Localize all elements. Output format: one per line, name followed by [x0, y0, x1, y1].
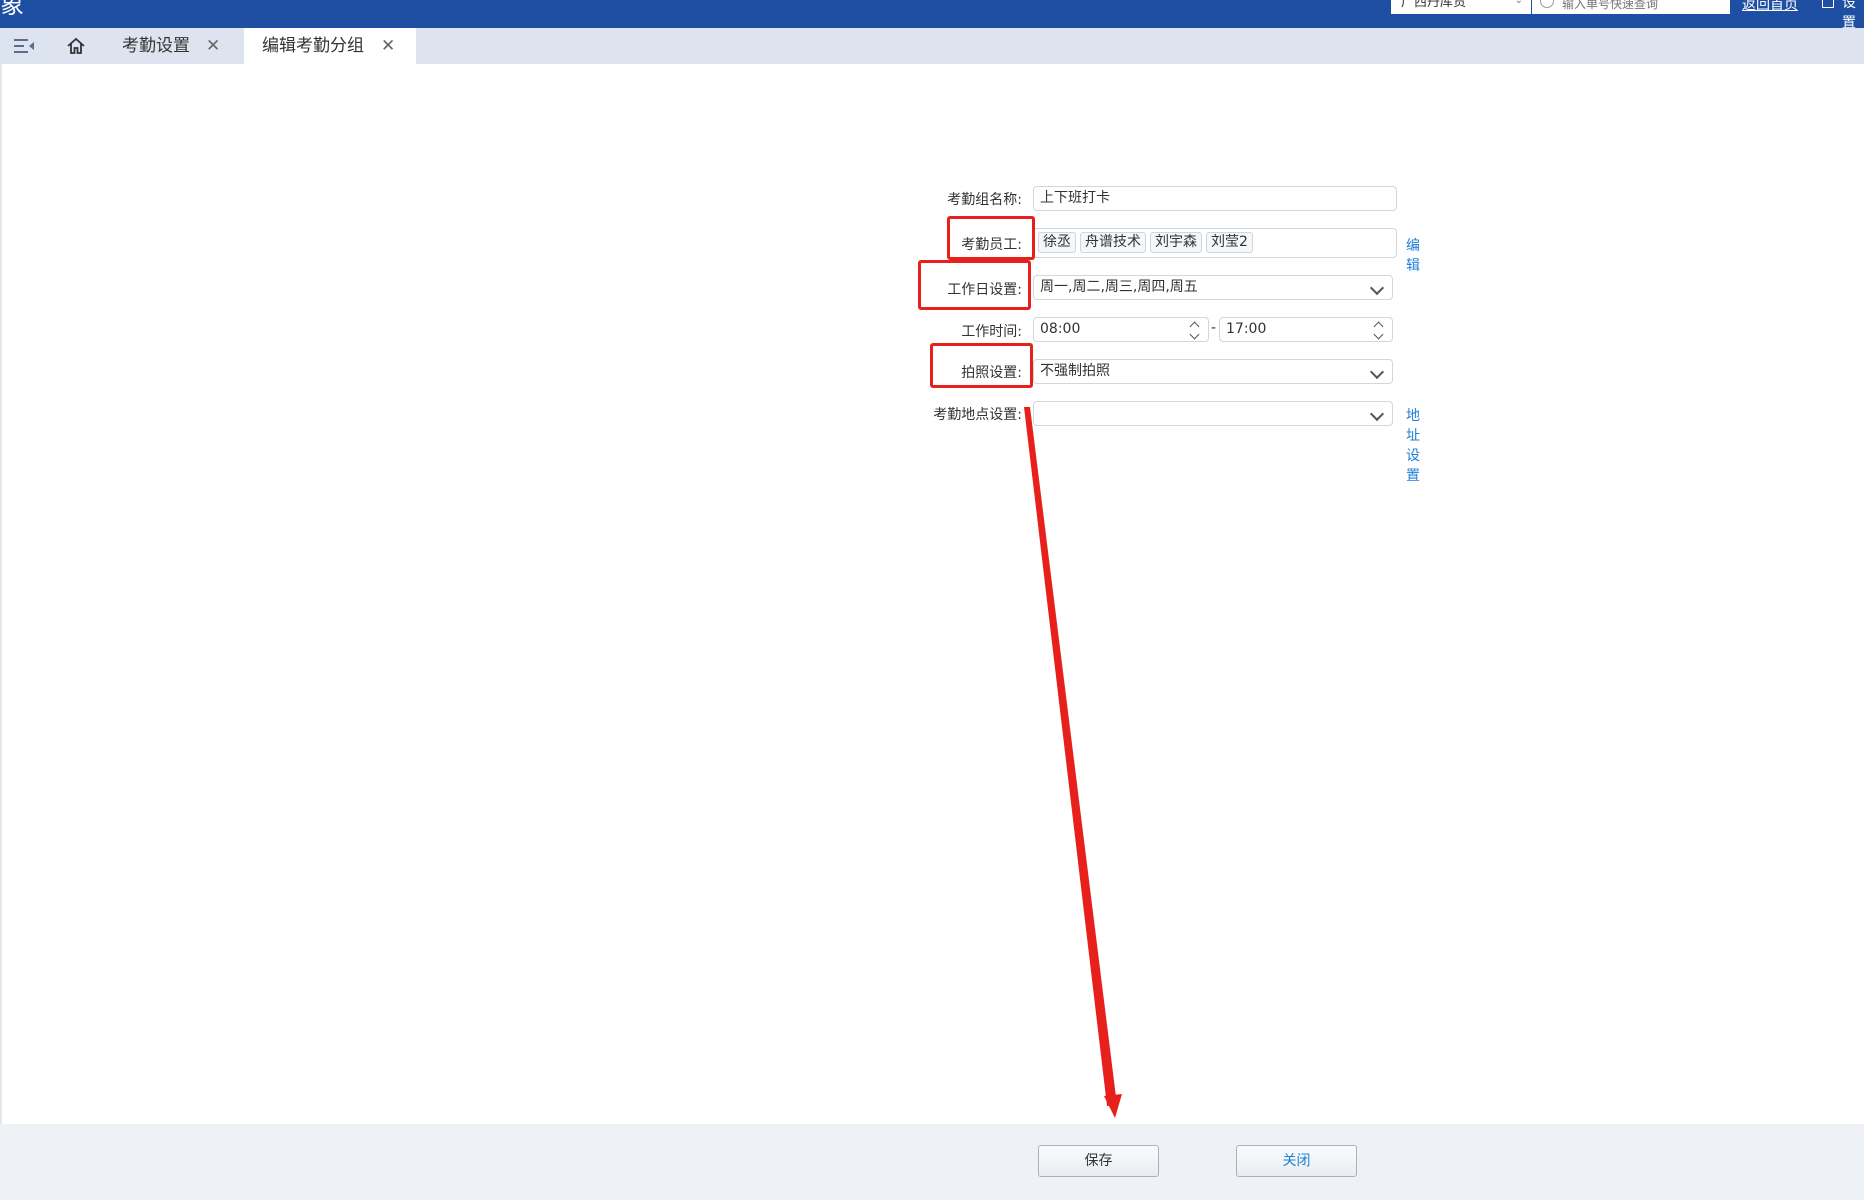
annotation-arrow [1024, 407, 1122, 1118]
save-button[interactable]: 保存 [1038, 1145, 1159, 1177]
footer-bar [0, 1124, 1864, 1200]
close-button[interactable]: 关闭 [1236, 1145, 1357, 1177]
